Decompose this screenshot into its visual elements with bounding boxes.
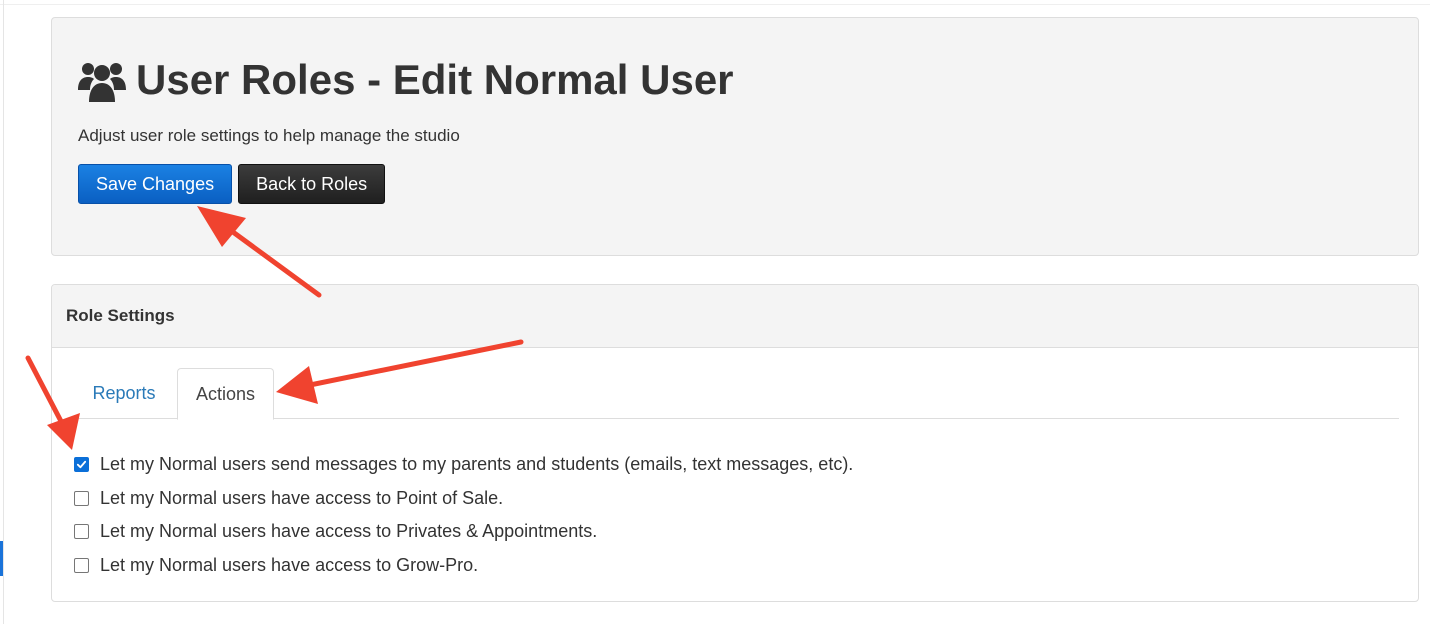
users-icon	[78, 63, 126, 102]
send-messages-label[interactable]: Let my Normal users send messages to my …	[100, 454, 853, 475]
actions-options-list: Let my Normal users send messages to my …	[74, 448, 853, 582]
point-of-sale-checkbox[interactable]	[74, 490, 89, 506]
role-settings-panel: Role Settings Reports Actions Let my Nor…	[51, 284, 1419, 602]
page-title: User Roles - Edit Normal User	[136, 56, 734, 103]
point-of-sale-label[interactable]: Let my Normal users have access to Point…	[100, 488, 503, 509]
option-grow-pro: Let my Normal users have access to Grow-…	[74, 549, 853, 583]
header-panel: User Roles - Edit Normal User Adjust use…	[51, 17, 1419, 256]
privates-appointments-label[interactable]: Let my Normal users have access to Priva…	[100, 521, 597, 542]
sidebar-active-marker	[0, 541, 3, 576]
privates-appointments-checkbox[interactable]	[74, 524, 89, 540]
role-settings-heading: Role Settings	[52, 285, 1418, 348]
back-to-roles-button[interactable]: Back to Roles	[238, 164, 386, 204]
title-row: User Roles - Edit Normal User	[78, 56, 734, 104]
sidebar-edge	[0, 0, 4, 624]
send-messages-checkbox[interactable]	[74, 457, 89, 473]
tab-reports[interactable]: Reports	[72, 368, 176, 419]
checkmark-icon	[76, 461, 87, 469]
tab-actions[interactable]: Actions	[177, 368, 274, 420]
option-send-messages: Let my Normal users send messages to my …	[74, 448, 853, 482]
role-settings-tabs: Reports Actions	[72, 368, 1399, 420]
header-actions: Save Changes Back to Roles	[78, 164, 386, 204]
page-subtitle: Adjust user role settings to help manage…	[78, 126, 460, 145]
option-point-of-sale: Let my Normal users have access to Point…	[74, 482, 853, 516]
option-privates-appointments: Let my Normal users have access to Priva…	[74, 515, 853, 549]
grow-pro-label[interactable]: Let my Normal users have access to Grow-…	[100, 555, 478, 576]
grow-pro-checkbox[interactable]	[74, 557, 89, 573]
save-changes-button[interactable]: Save Changes	[78, 164, 233, 204]
page: User Roles - Edit Normal User Adjust use…	[0, 0, 1430, 624]
top-divider	[0, 0, 1430, 5]
